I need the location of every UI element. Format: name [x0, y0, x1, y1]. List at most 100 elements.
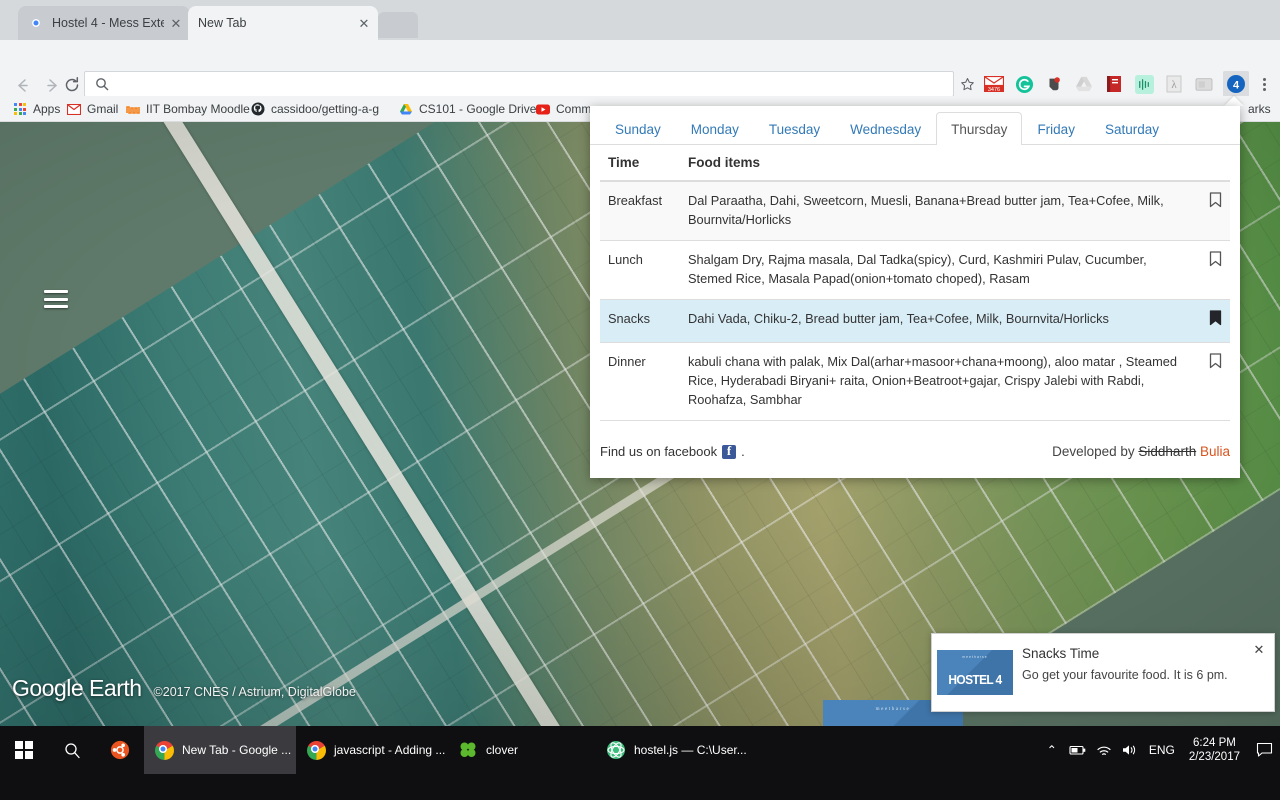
- dictionary-extension-icon[interactable]: [1103, 73, 1125, 95]
- ubuntu-icon: [110, 740, 130, 760]
- table-header-row: Time Food items: [600, 145, 1230, 182]
- bookmark-toggle[interactable]: [1201, 181, 1230, 241]
- toast-logo-wordmark: HOSTEL 4: [948, 672, 1002, 687]
- moodle-icon: [125, 101, 141, 117]
- pdf-extension-icon[interactable]: λ: [1163, 73, 1185, 95]
- action-center-icon[interactable]: [1248, 726, 1280, 774]
- tab-monday[interactable]: Monday: [676, 112, 754, 146]
- taskbar-item-new-tab[interactable]: New Tab - Google ...: [144, 726, 296, 774]
- taskbar-item-label: New Tab - Google ...: [182, 743, 292, 757]
- bookmark-toggle[interactable]: [1201, 240, 1230, 300]
- popup-footer: Find us on facebook . meetharse HOSTEL 4…: [590, 400, 1240, 772]
- bookmark-cs101-drive[interactable]: CS101 - Google Drive: [398, 96, 536, 122]
- bookmark-apps[interactable]: Apps: [12, 96, 60, 122]
- tab-tuesday[interactable]: Tuesday: [754, 112, 835, 146]
- evernote-extension-icon[interactable]: [1043, 73, 1065, 95]
- language-indicator[interactable]: ENG: [1143, 743, 1181, 757]
- other-bookmarks-button[interactable]: arks: [1248, 96, 1271, 122]
- bookmark-label: IIT Bombay Moodle: [146, 102, 250, 116]
- chrome-icon: [28, 15, 44, 31]
- atom-icon: [606, 740, 626, 760]
- soundwave-extension-icon[interactable]: [1133, 73, 1155, 95]
- imagery-copyright: ©2017 CNES / Astrium, DigitalGlobe: [153, 685, 356, 699]
- bookmark-moodle[interactable]: IIT Bombay Moodle: [125, 96, 250, 122]
- hostel4-extension-badge: 4: [1233, 80, 1240, 92]
- facebook-link[interactable]: Find us on facebook .: [600, 443, 745, 460]
- taskbar-search-button[interactable]: [48, 726, 96, 774]
- meal-time: Lunch: [600, 240, 680, 300]
- taskbar-item-clover[interactable]: clover: [448, 726, 588, 774]
- bookmark-label: Comm: [556, 102, 592, 116]
- facebook-period: .: [741, 444, 745, 459]
- bookmark-commons[interactable]: Comm: [535, 96, 591, 122]
- start-button[interactable]: [0, 726, 48, 774]
- hostel4-extension-popup: Sunday Monday Tuesday Wednesday Thursday…: [590, 106, 1240, 772]
- developer-credit: Developed by Siddharth Bulia: [1052, 444, 1230, 459]
- drive-icon: [398, 101, 414, 117]
- grammarly-extension-icon[interactable]: [1013, 73, 1035, 95]
- facebook-icon[interactable]: [722, 443, 737, 459]
- menu-icon[interactable]: [44, 290, 68, 308]
- back-button[interactable]: [8, 71, 36, 99]
- meal-items: Shalgam Dry, Rajma masala, Dal Tadka(spi…: [680, 240, 1201, 300]
- table-row[interactable]: Lunch Shalgam Dry, Rajma masala, Dal Tad…: [600, 240, 1230, 300]
- svg-text:3476: 3476: [988, 87, 1000, 92]
- developer-name[interactable]: Bulia: [1200, 444, 1230, 459]
- clock[interactable]: 6:24 PM 2/23/2017: [1181, 736, 1248, 765]
- github-icon: [250, 101, 266, 117]
- clover-icon: [458, 740, 478, 760]
- apps-grid-icon: [12, 101, 28, 117]
- tab-close-icon[interactable]: ✕: [164, 15, 182, 31]
- tab-title: New Tab: [198, 16, 247, 30]
- tray-chevron-icon[interactable]: ⌃: [1039, 726, 1065, 774]
- bookmark-label: Apps: [33, 102, 61, 116]
- developer-struck-name: Siddharth: [1138, 444, 1197, 459]
- browser-tab-newtab[interactable]: New Tab ✕: [188, 6, 378, 40]
- windows-start-icon: [15, 741, 33, 759]
- wifi-icon[interactable]: [1091, 726, 1117, 774]
- clock-date: 2/23/2017: [1188, 751, 1240, 763]
- volume-icon[interactable]: [1117, 726, 1143, 774]
- table-row[interactable]: Snacks Dahi Vada, Chiku-2, Bread butter …: [600, 299, 1230, 343]
- youtube-icon: [535, 101, 551, 117]
- bookmark-label: CS101 - Google Drive: [419, 102, 537, 116]
- tab-close-icon[interactable]: ✕: [352, 15, 370, 31]
- meal-items: Dal Paraatha, Dahi, Sweetcorn, Muesli, B…: [680, 181, 1201, 241]
- bookmark-label: Gmail: [87, 102, 119, 116]
- tab-wednesday[interactable]: Wednesday: [835, 112, 936, 146]
- popup-arrow: [1224, 96, 1244, 106]
- taskbar-item-javascript[interactable]: javascript - Adding ...: [296, 726, 448, 774]
- bookmark-toggle-active[interactable]: [1201, 299, 1230, 343]
- tab-thursday[interactable]: Thursday: [936, 111, 1023, 145]
- bookmark-gmail[interactable]: Gmail: [66, 96, 118, 122]
- taskbar-item-label: hostel.js — C:\User...: [634, 743, 747, 757]
- google-drive-extension-icon[interactable]: [1073, 73, 1095, 95]
- notification-toast[interactable]: meetharse HOSTEL 4 Snacks Time Go get yo…: [931, 633, 1275, 712]
- chrome-icon: [306, 740, 326, 760]
- gmail-icon: [66, 101, 82, 117]
- taskbar-ubuntu-button[interactable]: [96, 726, 144, 774]
- toast-close-icon[interactable]: ✕: [1250, 641, 1268, 659]
- taskbar-item-hostel-js[interactable]: hostel.js — C:\User...: [596, 726, 766, 774]
- chrome-icon: [154, 740, 174, 760]
- tab-saturday[interactable]: Saturday: [1090, 112, 1174, 146]
- google-earth-attribution: Google Earth ©2017 CNES / Astrium, Digit…: [12, 675, 356, 702]
- browser-tab-hostel4[interactable]: Hostel 4 - Mess Extension ✕: [18, 6, 190, 40]
- hostel4-extension-icon[interactable]: 4: [1223, 71, 1249, 97]
- address-bar[interactable]: [84, 71, 954, 97]
- screenshot-extension-icon[interactable]: [1193, 73, 1215, 95]
- toast-title: Snacks Time: [1022, 646, 1100, 661]
- bookmark-cassidoo[interactable]: cassidoo/getting-a-g: [250, 96, 379, 122]
- reload-button[interactable]: [58, 71, 86, 99]
- battery-icon[interactable]: [1065, 726, 1091, 774]
- facebook-link-label: Find us on facebook: [600, 444, 718, 459]
- table-row[interactable]: Breakfast Dal Paraatha, Dahi, Sweetcorn,…: [600, 181, 1230, 241]
- search-icon: [62, 740, 82, 760]
- gmail-extension-icon[interactable]: 3476: [983, 73, 1005, 95]
- chrome-menu-button[interactable]: [1256, 73, 1272, 95]
- bookmark-star-icon[interactable]: [955, 72, 979, 96]
- new-tab-button[interactable]: [378, 12, 418, 38]
- tab-sunday[interactable]: Sunday: [600, 112, 676, 146]
- bookmark-label: cassidoo/getting-a-g: [271, 102, 380, 116]
- tab-friday[interactable]: Friday: [1022, 112, 1090, 146]
